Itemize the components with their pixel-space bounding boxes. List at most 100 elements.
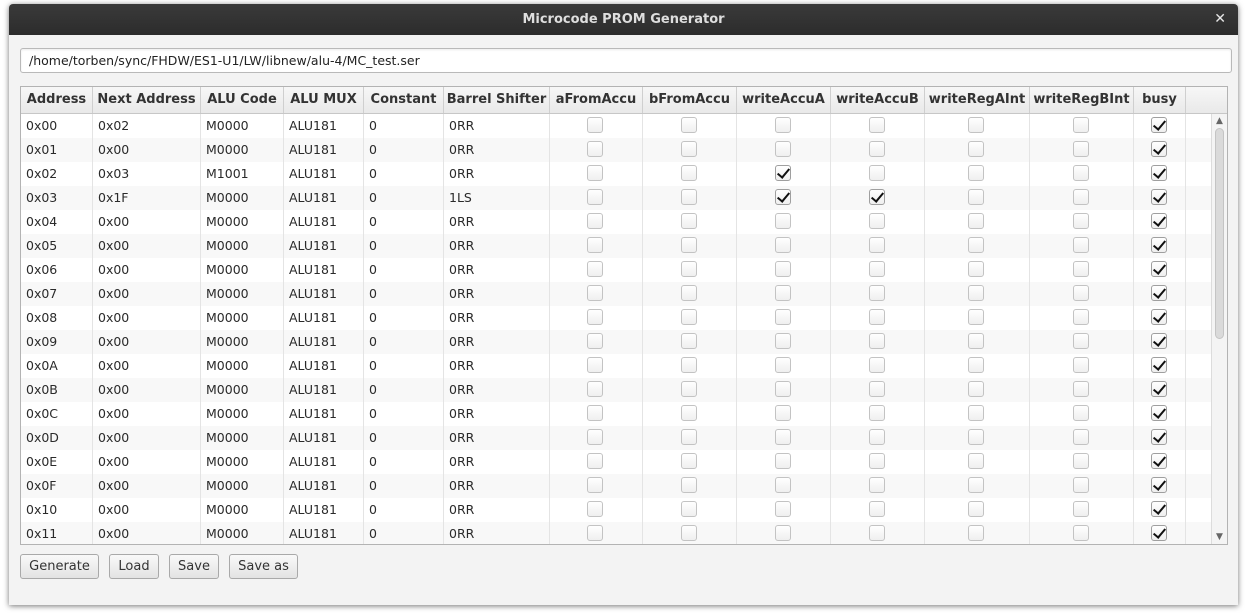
column-header-barrel-shifter[interactable]: Barrel Shifter — [444, 87, 550, 113]
bfromaccu-checkbox[interactable] — [680, 477, 697, 493]
writeregbint-checkbox[interactable] — [1072, 165, 1089, 181]
cell-address[interactable]: 0x07 — [21, 282, 93, 306]
cell-constant[interactable]: 0 — [364, 474, 444, 498]
writeaccua-checkbox[interactable] — [774, 357, 791, 373]
cell-alu-mux[interactable]: ALU181 — [284, 522, 364, 544]
table-row[interactable]: 0x09 0x00 M0000 ALU181 0 0RR — [21, 330, 1211, 354]
cell-barrel-shifter[interactable]: 0RR — [444, 450, 550, 474]
table-row[interactable]: 0x0A 0x00 M0000 ALU181 0 0RR — [21, 354, 1211, 378]
table-row[interactable]: 0x04 0x00 M0000 ALU181 0 0RR — [21, 210, 1211, 234]
cell-alu-code[interactable]: M0000 — [201, 186, 284, 210]
writeregbint-checkbox[interactable] — [1072, 237, 1089, 253]
column-header-alu-mux[interactable]: ALU MUX — [284, 87, 364, 113]
cell-constant[interactable]: 0 — [364, 234, 444, 258]
afromaccu-checkbox[interactable] — [587, 141, 603, 157]
cell-next-address[interactable]: 0x00 — [93, 378, 201, 402]
busy-checkbox[interactable] — [1150, 525, 1167, 541]
cell-barrel-shifter[interactable]: 0RR — [444, 354, 550, 378]
writeregbint-checkbox[interactable] — [1072, 333, 1089, 349]
column-header-writeaccub[interactable]: writeAccuB — [831, 87, 925, 113]
column-header-busy[interactable]: busy — [1134, 87, 1186, 113]
bfromaccu-checkbox[interactable] — [680, 405, 697, 421]
cell-barrel-shifter[interactable]: 0RR — [444, 258, 550, 282]
writeregaint-checkbox[interactable] — [968, 309, 984, 325]
table-row[interactable]: 0x03 0x1F M0000 ALU181 0 1LS — [21, 186, 1211, 210]
busy-checkbox[interactable] — [1150, 285, 1167, 301]
cell-address[interactable]: 0x0C — [21, 402, 93, 426]
afromaccu-checkbox[interactable] — [587, 261, 603, 277]
scrollbar-thumb[interactable] — [1215, 128, 1224, 339]
afromaccu-checkbox[interactable] — [587, 477, 603, 493]
bfromaccu-checkbox[interactable] — [680, 237, 697, 253]
busy-checkbox[interactable] — [1150, 357, 1167, 373]
cell-constant[interactable]: 0 — [364, 138, 444, 162]
cell-alu-mux[interactable]: ALU181 — [284, 138, 364, 162]
cell-barrel-shifter[interactable]: 0RR — [444, 498, 550, 522]
writeregbint-checkbox[interactable] — [1072, 477, 1089, 493]
cell-next-address[interactable]: 0x00 — [93, 474, 201, 498]
cell-alu-mux[interactable]: ALU181 — [284, 210, 364, 234]
cell-alu-code[interactable]: M0000 — [201, 354, 284, 378]
writeaccub-checkbox[interactable] — [868, 333, 885, 349]
writeaccua-checkbox[interactable] — [774, 381, 791, 397]
writeaccua-checkbox[interactable] — [774, 261, 791, 277]
cell-barrel-shifter[interactable]: 0RR — [444, 162, 550, 186]
cell-alu-mux[interactable]: ALU181 — [284, 282, 364, 306]
cell-barrel-shifter[interactable]: 0RR — [444, 522, 550, 544]
cell-alu-code[interactable]: M0000 — [201, 402, 284, 426]
cell-alu-code[interactable]: M0000 — [201, 330, 284, 354]
save-button[interactable]: Save — [169, 554, 219, 579]
cell-address[interactable]: 0x0D — [21, 426, 93, 450]
writeaccub-checkbox[interactable] — [868, 213, 885, 229]
cell-alu-mux[interactable]: ALU181 — [284, 114, 364, 138]
cell-alu-code[interactable]: M0000 — [201, 450, 284, 474]
cell-barrel-shifter[interactable]: 0RR — [444, 474, 550, 498]
cell-alu-mux[interactable]: ALU181 — [284, 450, 364, 474]
cell-constant[interactable]: 0 — [364, 330, 444, 354]
scroll-up-icon[interactable]: ▲ — [1212, 114, 1227, 128]
writeregaint-checkbox[interactable] — [968, 501, 984, 517]
cell-barrel-shifter[interactable]: 0RR — [444, 138, 550, 162]
afromaccu-checkbox[interactable] — [587, 117, 603, 133]
table-row[interactable]: 0x10 0x00 M0000 ALU181 0 0RR — [21, 498, 1211, 522]
cell-constant[interactable]: 0 — [364, 162, 444, 186]
cell-barrel-shifter[interactable]: 0RR — [444, 306, 550, 330]
writeaccua-checkbox[interactable] — [774, 429, 791, 445]
cell-constant[interactable]: 0 — [364, 114, 444, 138]
writeaccua-checkbox[interactable] — [774, 141, 791, 157]
bfromaccu-checkbox[interactable] — [680, 525, 697, 541]
cell-address[interactable]: 0x03 — [21, 186, 93, 210]
cell-address[interactable]: 0x10 — [21, 498, 93, 522]
writeregbint-checkbox[interactable] — [1072, 429, 1089, 445]
afromaccu-checkbox[interactable] — [587, 501, 603, 517]
afromaccu-checkbox[interactable] — [587, 381, 603, 397]
cell-constant[interactable]: 0 — [364, 306, 444, 330]
cell-address[interactable]: 0x11 — [21, 522, 93, 544]
cell-alu-mux[interactable]: ALU181 — [284, 306, 364, 330]
writeregaint-checkbox[interactable] — [968, 117, 984, 133]
writeregaint-checkbox[interactable] — [968, 453, 984, 469]
cell-alu-code[interactable]: M0000 — [201, 234, 284, 258]
cell-alu-mux[interactable]: ALU181 — [284, 402, 364, 426]
cell-barrel-shifter[interactable]: 1LS — [444, 186, 550, 210]
bfromaccu-checkbox[interactable] — [680, 189, 697, 205]
cell-alu-code[interactable]: M1001 — [201, 162, 284, 186]
cell-alu-code[interactable]: M0000 — [201, 474, 284, 498]
writeaccua-checkbox[interactable] — [774, 309, 791, 325]
cell-alu-mux[interactable]: ALU181 — [284, 426, 364, 450]
writeregaint-checkbox[interactable] — [968, 333, 984, 349]
cell-alu-mux[interactable]: ALU181 — [284, 162, 364, 186]
writeregaint-checkbox[interactable] — [968, 189, 984, 205]
cell-alu-code[interactable]: M0000 — [201, 258, 284, 282]
cell-address[interactable]: 0x0E — [21, 450, 93, 474]
cell-next-address[interactable]: 0x00 — [93, 258, 201, 282]
writeaccua-checkbox[interactable] — [774, 501, 791, 517]
cell-address[interactable]: 0x04 — [21, 210, 93, 234]
table-row[interactable]: 0x00 0x02 M0000 ALU181 0 0RR — [21, 114, 1211, 138]
afromaccu-checkbox[interactable] — [587, 357, 603, 373]
busy-checkbox[interactable] — [1150, 237, 1167, 253]
cell-next-address[interactable]: 0x00 — [93, 306, 201, 330]
cell-constant[interactable]: 0 — [364, 378, 444, 402]
writeregaint-checkbox[interactable] — [968, 405, 984, 421]
cell-alu-code[interactable]: M0000 — [201, 498, 284, 522]
